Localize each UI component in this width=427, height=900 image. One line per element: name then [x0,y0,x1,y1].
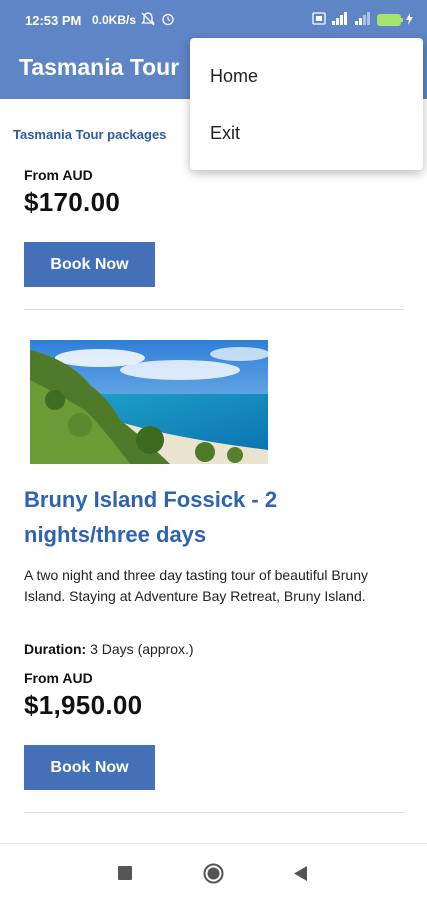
duration-label: Duration: [24,641,87,657]
status-bar: 12:53 PM 0.0KB/s [0,0,427,40]
from-label: From AUD [24,670,93,686]
price: $170.00 [24,187,121,217]
book-now-button[interactable]: Book Now [24,745,155,790]
signal-icon [331,12,349,28]
overflow-menu: Home Exit [190,38,423,170]
divider [24,812,404,813]
duration-value: 3 Days (approx.) [90,641,194,657]
recents-icon[interactable] [118,866,132,885]
divider [24,309,404,310]
tour-card-1: From AUD $170.00 Book Now [24,167,155,287]
signal-icon-2 [354,12,372,28]
system-nav-bar [0,843,427,900]
home-icon[interactable] [203,863,224,889]
tour-card-2-price: From AUD $1,950.00 Book Now [24,670,155,790]
app-title: Tasmania Tour [19,54,180,80]
network-speed: 0.0KB/s [92,13,137,27]
price: $1,950.00 [24,690,143,720]
from-label: From AUD [24,167,93,183]
status-time: 12:53 PM [25,13,82,28]
tour-image [30,340,268,464]
bell-muted-icon [141,12,155,29]
status-icons-right [312,12,413,28]
charging-icon [406,12,413,28]
tour-duration: Duration: 3 Days (approx.) [24,641,194,657]
back-icon[interactable] [294,866,307,886]
menu-item-exit[interactable]: Exit [210,123,240,144]
battery-icon [377,14,403,26]
book-now-button[interactable]: Book Now [24,242,155,287]
menu-item-home[interactable]: Home [210,66,258,87]
alarm-icon [161,12,175,29]
tour-title[interactable]: Bruny Island Fossick - 2 nights/three da… [24,482,394,552]
tour-description: A two night and three day tasting tour o… [24,567,368,604]
sim-icon [312,12,326,28]
breadcrumb[interactable]: Tasmania Tour packages [13,127,166,142]
